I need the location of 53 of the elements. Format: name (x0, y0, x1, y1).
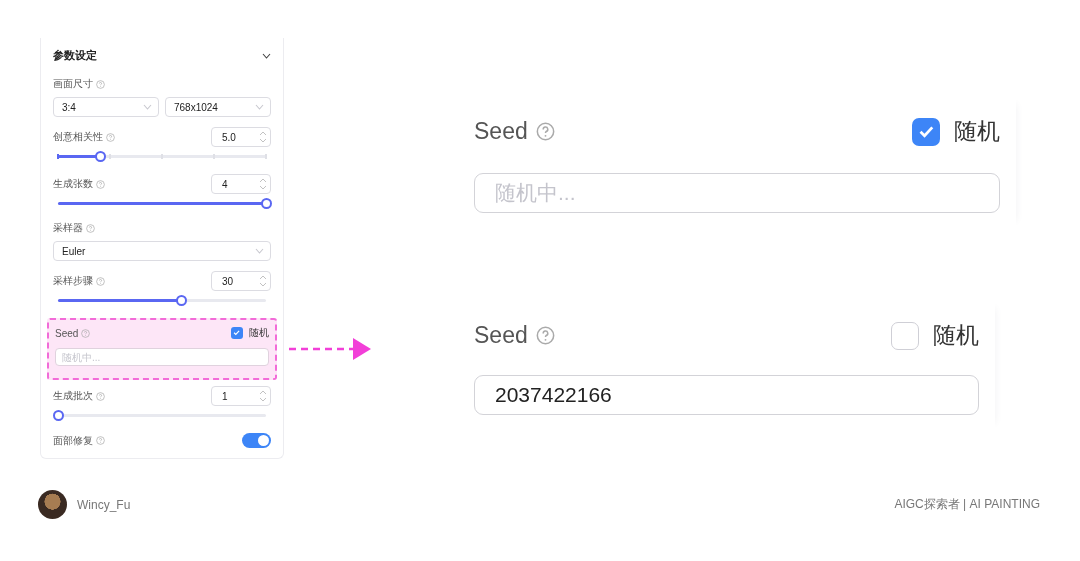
collapse-icon[interactable] (262, 52, 271, 59)
dropdown[interactable]: 3:4 (53, 97, 159, 117)
field-label: 采样步骤 (53, 274, 93, 288)
stepper-arrows-icon (259, 130, 267, 144)
help-icon (96, 79, 105, 89)
help-icon (81, 328, 91, 338)
slider-thumb[interactable] (94, 151, 106, 162)
chevron-down-icon (255, 248, 264, 254)
tagline: AIGC探索者 | AI PAINTING (894, 496, 1040, 513)
chevron-down-icon (143, 104, 152, 110)
field-label: 采样器 (53, 221, 83, 235)
number-stepper[interactable]: 4 (211, 174, 271, 194)
help-icon (96, 391, 105, 401)
author-name: Wincy_Fu (77, 497, 131, 512)
checkbox-label: 随机 (954, 117, 1000, 146)
seed-input[interactable]: 随机中... (474, 173, 1000, 213)
seed-input[interactable]: 2037422166 (474, 375, 979, 415)
field-label: Seed (55, 327, 79, 339)
stepper-arrows-icon (259, 177, 267, 191)
field-label: 面部修复 (53, 433, 93, 448)
field-label: Seed (474, 322, 528, 349)
checkbox-label: 随机 (249, 326, 269, 340)
field-label: 生成批次 (53, 389, 93, 403)
checkbox[interactable] (231, 327, 243, 339)
help-icon (535, 326, 555, 345)
help-icon (96, 276, 105, 286)
field-label: Seed (474, 118, 528, 145)
chevron-down-icon (255, 104, 264, 110)
stepper-arrows-icon (259, 274, 267, 288)
field-label: 画面尺寸 (53, 77, 93, 91)
help-icon (86, 223, 95, 233)
help-icon (96, 436, 105, 445)
help-icon (106, 132, 115, 142)
dropdown[interactable]: 768x1024 (165, 97, 271, 117)
toggle-switch[interactable] (242, 433, 271, 448)
checkbox[interactable] (891, 321, 919, 350)
number-stepper[interactable]: 30 (211, 271, 271, 291)
stepper-arrows-icon (259, 389, 267, 403)
number-stepper[interactable]: 5.0 (211, 127, 271, 147)
help-icon (535, 122, 555, 141)
help-icon (96, 179, 105, 189)
slider-thumb[interactable] (53, 410, 64, 421)
number-stepper[interactable]: 1 (211, 386, 271, 406)
dropdown[interactable]: Euler (53, 241, 271, 261)
field-label: 创意相关性 (53, 130, 103, 144)
avatar (38, 490, 67, 519)
slider-thumb[interactable] (261, 198, 272, 209)
field-label: 生成张数 (53, 177, 93, 191)
check-icon (233, 329, 241, 337)
checkbox[interactable] (912, 117, 940, 146)
slider-thumb[interactable] (175, 295, 187, 306)
panel-title: 参数设定 (53, 48, 97, 63)
checkbox-label: 随机 (933, 321, 979, 350)
